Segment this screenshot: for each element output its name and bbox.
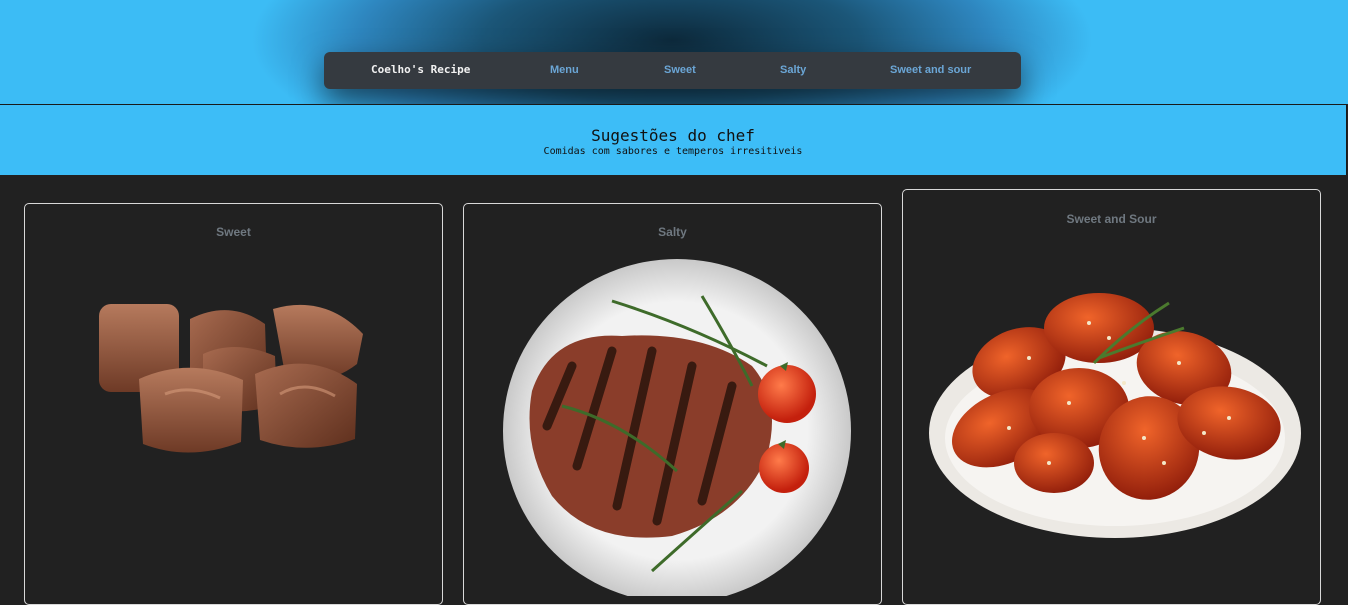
nav-link-sweet[interactable]: Sweet (664, 64, 696, 76)
banner-title: Sugestões do chef (591, 126, 755, 145)
card-title: Sweet and Sour (1066, 212, 1157, 226)
recipe-card-salty[interactable]: Salty (463, 203, 882, 605)
chef-suggestions-banner: Sugestões do chef Comidas com sabores e … (0, 104, 1347, 175)
nav-link-salty[interactable]: Salty (780, 64, 806, 76)
nav-link-sweet-and-sour[interactable]: Sweet and sour (890, 64, 971, 76)
brand-logo-text[interactable]: Coelho's Recipe (371, 63, 470, 76)
recipe-card-sweet-and-sour[interactable]: Sweet and Sour (902, 189, 1321, 605)
chicken-wings-image (929, 293, 1301, 538)
nav-link-menu[interactable]: Menu (550, 64, 579, 76)
recipe-card-sweet[interactable]: Sweet (24, 203, 443, 605)
card-title: Salty (658, 225, 687, 239)
steak-plate-image (503, 259, 851, 596)
banner-subtitle: Comidas com sabores e temperos irresitiv… (543, 146, 803, 157)
chocolates-image (99, 304, 363, 453)
card-title: Sweet (216, 225, 251, 239)
navbar: Coelho's Recipe Menu Sweet Salty Sweet a… (324, 52, 1021, 89)
